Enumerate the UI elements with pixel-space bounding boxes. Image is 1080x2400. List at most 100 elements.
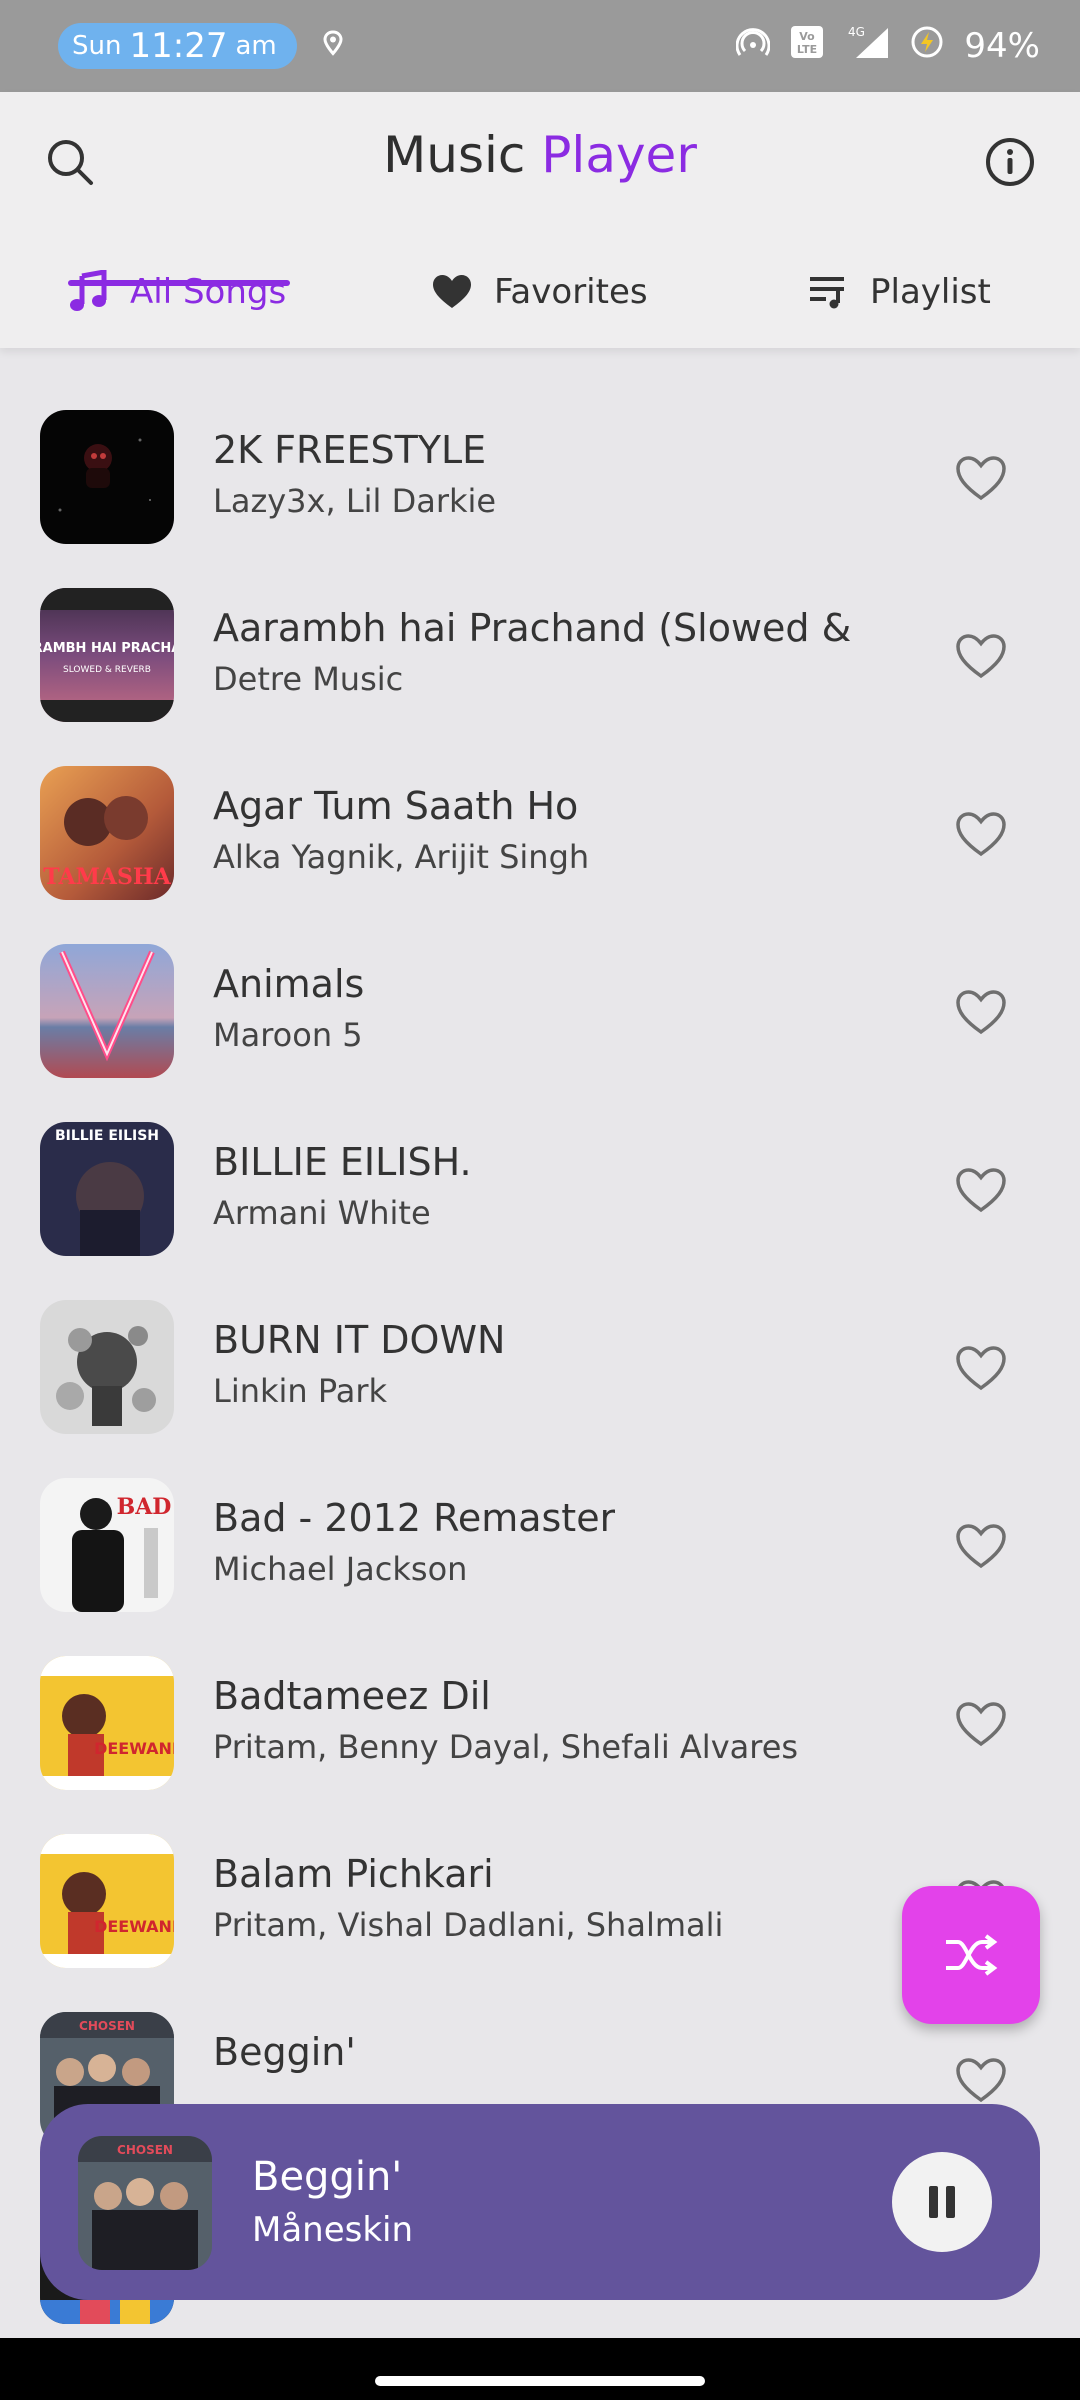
music-note-icon [70,270,107,311]
tab-favorites[interactable]: Favorites [432,242,648,342]
song-row[interactable]: BAD Bad - 2012 Remaster Michael Jackson [0,1416,1080,1612]
app-header: Music Player All Songs Favorites Playlis… [0,92,1080,348]
tab-favorites-label: Favorites [494,272,648,312]
album-cover: DEEWANI [40,1834,174,1968]
cover-text: DEEWANI [94,1739,174,1758]
location-icon [321,29,345,63]
tab-bar: All Songs Favorites Playlist [0,242,1080,348]
heart-outline-icon [956,1524,1006,1569]
now-playing-title: Beggin' [252,2154,403,2200]
svg-text:Vo: Vo [800,30,816,43]
status-bar: Sun 11:27 am Vo LTE 4G 94% [0,0,1080,92]
battery-saver-icon [910,25,944,68]
favorite-button[interactable] [950,1696,1012,1752]
song-artist: Lazy3x, Lil Darkie [213,482,497,520]
signal-icon: 4G [844,24,890,69]
now-playing-bar[interactable]: CHOSEN Beggin' Måneskin [40,2104,1040,2300]
heart-outline-icon [956,634,1006,679]
song-row[interactable]: DEEWANI Badtameez Dil Pritam, Benny Daya… [0,1594,1080,1790]
song-title: Agar Tum Saath Ho [213,784,579,828]
clock-time: 11:27 [129,26,228,66]
song-row[interactable]: BURN IT DOWN Linkin Park [0,1238,1080,1434]
album-cover: BILLIE EILISH [40,1122,174,1256]
clock-ampm: am [235,31,277,61]
active-tab-indicator [68,280,290,286]
album-cover [40,410,174,544]
album-cover: RAMBH HAI PRACHA SLOWED & REVERB [40,588,174,722]
song-artist: Alka Yagnik, Arijit Singh [213,838,590,876]
system-nav-bar [0,2338,1080,2400]
status-left: Sun 11:27 am [58,23,345,69]
cover-text: RAMBH HAI PRACHA [40,641,174,656]
app-title-main: Music [383,126,526,184]
pause-button[interactable] [892,2152,992,2252]
tab-all-songs-label: All Songs [130,272,287,312]
favorite-button[interactable] [950,1162,1012,1218]
now-playing-artist: Måneskin [252,2210,414,2250]
song-row[interactable]: 2K FREESTYLE Lazy3x, Lil Darkie [0,348,1080,544]
heart-outline-icon [956,456,1006,501]
cover-text: CHOSEN [79,2019,135,2033]
cover-text: BILLIE EILISH [55,1128,159,1144]
album-cover [40,1300,174,1434]
cover-text: DEEWANI [94,1917,174,1936]
song-artist: Michael Jackson [213,1550,468,1588]
app-title: Music Player [0,126,1080,184]
heart-outline-icon [956,1168,1006,1213]
favorite-button[interactable] [950,2052,1012,2108]
song-title: BURN IT DOWN [213,1318,506,1362]
favorite-button[interactable] [950,984,1012,1040]
song-title: Balam Pichkari [213,1852,494,1896]
favorite-button[interactable] [950,1518,1012,1574]
svg-text:LTE: LTE [797,43,817,56]
song-row[interactable]: Animals Maroon 5 [0,882,1080,1078]
playlist-icon [810,277,844,309]
heart-outline-icon [956,1702,1006,1747]
song-artist: Pritam, Vishal Dadlani, Shalmali [213,1906,724,1944]
hotspot-icon [735,25,771,68]
song-artist: Linkin Park [213,1372,388,1410]
album-cover: BAD [40,1478,174,1612]
volte-icon: Vo LTE [790,25,824,68]
shuffle-button[interactable] [902,1886,1040,2024]
tab-playlist-label: Playlist [870,272,991,312]
favorite-button[interactable] [950,628,1012,684]
song-title: Beggin' [213,2030,356,2074]
album-cover [40,944,174,1078]
heart-icon [433,275,471,308]
info-button[interactable] [980,132,1040,192]
shuffle-icon [946,1934,998,1976]
song-artist: Pritam, Benny Dayal, Shefali Alvares [213,1728,799,1766]
cover-text: BAD [117,1494,172,1520]
album-cover: DEEWANI [40,1656,174,1790]
tab-playlist[interactable]: Playlist [808,242,991,342]
song-title: Badtameez Dil [213,1674,491,1718]
song-row[interactable]: RAMBH HAI PRACHA SLOWED & REVERB Aarambh … [0,526,1080,722]
song-artist: Armani White [213,1194,431,1232]
heart-outline-icon [956,990,1006,1035]
cover-subtext: SLOWED & REVERB [63,665,151,675]
song-title: BILLIE EILISH. [213,1140,472,1184]
song-title: 2K FREESTYLE [213,428,487,472]
tab-all-songs[interactable]: All Songs [68,242,286,342]
song-artist: Maroon 5 [213,1016,363,1054]
song-row[interactable]: TAMASHA Agar Tum Saath Ho Alka Yagnik, A… [0,704,1080,900]
heart-outline-icon [956,812,1006,857]
pause-icon [929,2186,955,2218]
clock-day: Sun [72,31,122,61]
favorite-button[interactable] [950,806,1012,862]
cover-text: CHOSEN [117,2143,173,2157]
song-title: Aarambh hai Prachand (Slowed & [213,606,852,650]
album-cover: TAMASHA [40,766,174,900]
clock-pill: Sun 11:27 am [58,23,297,69]
song-row[interactable]: BILLIE EILISH BILLIE EILISH. Armani Whit… [0,1060,1080,1256]
now-playing-cover: CHOSEN [78,2136,212,2270]
home-gesture-handle[interactable] [375,2376,705,2386]
song-title: Animals [213,962,365,1006]
heart-outline-icon [956,1346,1006,1391]
heart-outline-icon [956,2058,1006,2103]
info-icon [986,138,1034,186]
song-title: Bad - 2012 Remaster [213,1496,616,1540]
favorite-button[interactable] [950,1340,1012,1396]
favorite-button[interactable] [950,450,1012,506]
